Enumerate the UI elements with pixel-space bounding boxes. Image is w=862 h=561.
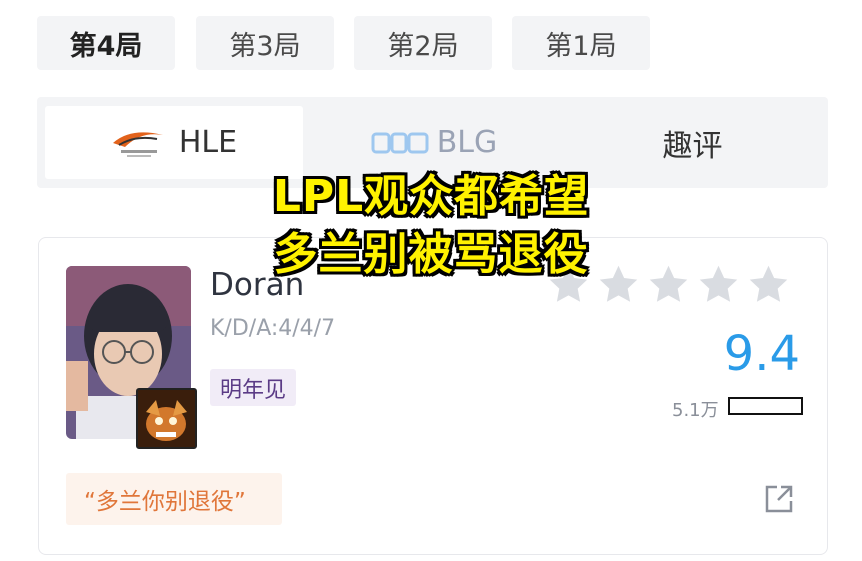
overlay-caption-line2: 多兰别被骂退役 <box>273 229 589 280</box>
blg-logo-icon <box>371 132 429 153</box>
top-comment[interactable]: “多兰你别退役” <box>66 473 282 525</box>
tab-game-1[interactable]: 第1局 <box>512 16 650 70</box>
team-name-blg: BLG <box>436 125 498 160</box>
player-tag[interactable]: 明年见 <box>210 369 297 406</box>
champion-icon <box>136 388 197 449</box>
player-kda: K/D/A:4/4/7 <box>210 316 336 341</box>
share-icon[interactable] <box>763 483 795 515</box>
tab-game-2[interactable]: 第2局 <box>354 16 492 70</box>
team-name-hle: HLE <box>178 125 238 160</box>
rating-score: 9.4 <box>723 326 800 382</box>
match-rating-page: 第4局 第3局 第2局 第1局 HLE BLG 趣评 LPL观众都希望 多兰别被… <box>0 0 862 561</box>
vote-count: 5.1万 <box>672 400 719 421</box>
tab-game-4[interactable]: 第4局 <box>37 16 175 70</box>
overlay-caption-line1: LPL观众都希望 <box>272 171 590 222</box>
tab-game-3[interactable]: 第3局 <box>196 16 334 70</box>
hle-logo-icon <box>112 131 163 157</box>
comments-tab-label: 趣评 <box>662 128 723 164</box>
vote-count-redaction <box>728 397 803 415</box>
